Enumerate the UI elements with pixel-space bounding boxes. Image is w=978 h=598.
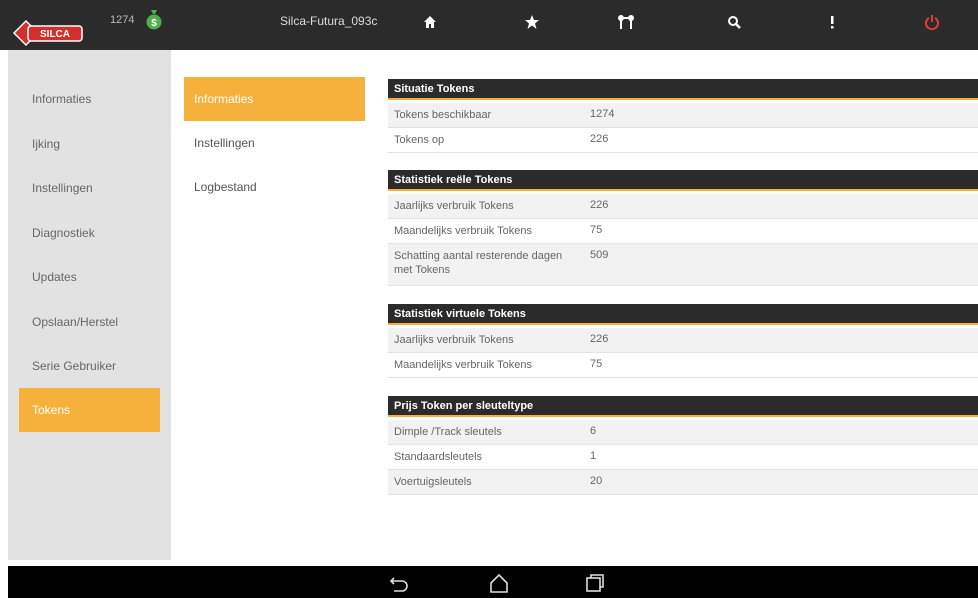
recents-icon[interactable] <box>584 572 606 594</box>
silca-logo: SILCA <box>12 19 83 47</box>
table-row: Dimple /Track sleutels 6 <box>388 420 978 445</box>
money-bag-icon: $ <box>146 10 162 30</box>
subnav-item-logbestand[interactable]: Logbestand <box>184 165 365 209</box>
subnav-item-instellingen[interactable]: Instellingen <box>184 121 365 165</box>
leftnav-item-diagnostiek[interactable]: Diagnostiek <box>19 211 160 255</box>
leftnav-item-tokens[interactable]: Tokens <box>19 388 160 432</box>
device-name: Silca-Futura_093c <box>280 14 378 28</box>
table-row: Schatting aantal resterende dagen met To… <box>388 244 978 286</box>
table-row: Maandelijks verbruik Tokens 75 <box>388 219 978 244</box>
home-icon[interactable] <box>488 572 510 594</box>
leftnav-item-opslaan-herstel[interactable]: Opslaan/Herstel <box>19 300 160 344</box>
token-count: 1274 <box>110 14 135 26</box>
power-icon[interactable] <box>920 10 944 34</box>
back-icon[interactable] <box>388 572 410 594</box>
leftnav-item-serie-gebruiker[interactable]: Serie Gebruiker <box>19 344 160 388</box>
section-header: Situatie Tokens <box>388 79 978 100</box>
leftnav-item-instellingen[interactable]: Instellingen <box>19 166 160 210</box>
table-row: Tokens beschikbaar 1274 <box>388 103 978 128</box>
table-row: Standaardsleutels 1 <box>388 445 978 470</box>
top-bar: SILCA 1274 $ Silca-Futura_093c <box>0 0 978 50</box>
leftnav-item-informaties[interactable]: Informaties <box>19 77 160 121</box>
table-row: Tokens op 226 <box>388 128 978 153</box>
keys-icon[interactable] <box>614 10 638 34</box>
table-row: Jaarlijks verbruik Tokens 226 <box>388 328 978 353</box>
table-row: Maandelijks verbruik Tokens 75 <box>388 353 978 378</box>
svg-text:SILCA: SILCA <box>40 29 70 40</box>
more-icon[interactable] <box>820 10 844 34</box>
home-icon[interactable] <box>418 10 442 34</box>
search-icon[interactable] <box>722 10 746 34</box>
section-header: Prijs Token per sleuteltype <box>388 396 978 417</box>
section-header: Statistiek virtuele Tokens <box>388 304 978 325</box>
table-row: Voertuigsleutels 20 <box>388 470 978 495</box>
svg-text:$: $ <box>151 18 157 29</box>
subnav-item-informaties[interactable]: Informaties <box>184 77 365 121</box>
table-row: Jaarlijks verbruik Tokens 226 <box>388 194 978 219</box>
leftnav-item-updates[interactable]: Updates <box>19 255 160 299</box>
leftnav-item-ijking[interactable]: Ijking <box>19 122 160 166</box>
section-header: Statistiek reële Tokens <box>388 170 978 191</box>
left-nav: Informaties Ijking Instellingen Diagnost… <box>8 50 171 560</box>
system-nav-bar <box>8 566 978 598</box>
star-icon[interactable] <box>520 10 544 34</box>
